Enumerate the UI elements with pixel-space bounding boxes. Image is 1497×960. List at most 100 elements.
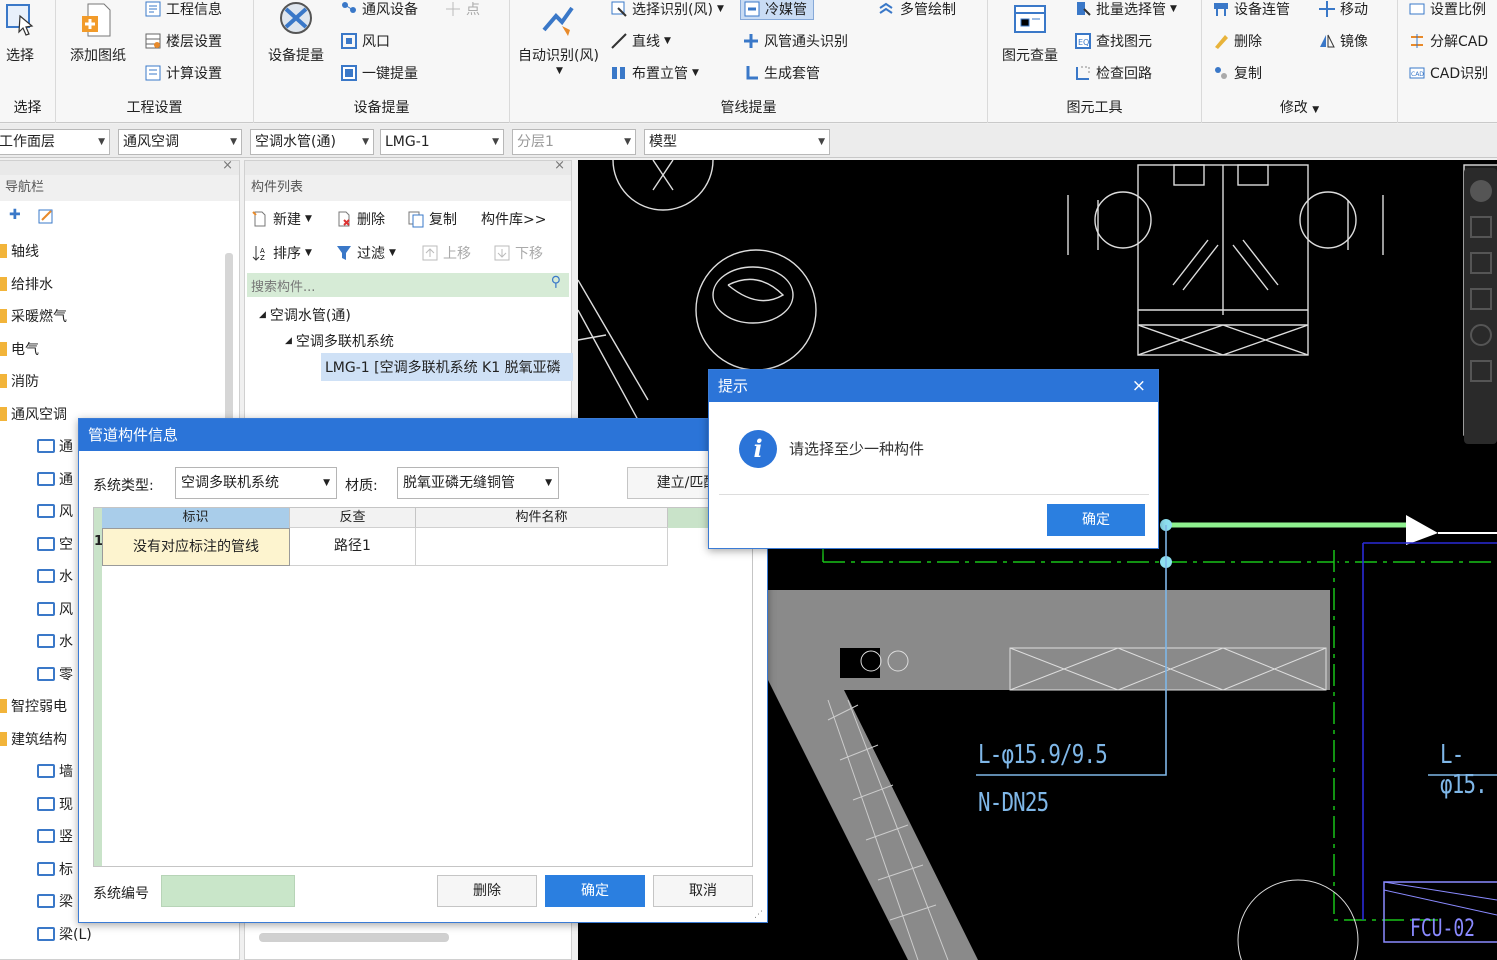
find-element-button[interactable]: EQ 查找图元 <box>1074 30 1152 52</box>
point-button[interactable]: 点 <box>444 0 480 20</box>
nav-item[interactable]: 消防 <box>0 371 39 391</box>
hvac-device-button[interactable]: 通风设备 <box>340 0 418 20</box>
equipment-extract-button[interactable]: 设备提量 <box>268 45 324 65</box>
nav-subitem[interactable]: 水 <box>37 566 73 586</box>
device-connect-button[interactable]: 设备连管 <box>1212 0 1290 20</box>
select-button[interactable]: 选择 <box>6 45 34 65</box>
work-layer-combo[interactable]: 工作面层 ▼ <box>0 129 110 155</box>
filter-button[interactable]: 过滤 ▼ <box>335 242 396 264</box>
nav-item[interactable]: 轴线 <box>0 241 39 261</box>
select-recognize-button[interactable]: 选择识别(风) ▼ <box>610 0 724 20</box>
rotate-icon[interactable] <box>1470 324 1492 346</box>
close-icon[interactable]: × <box>554 158 565 173</box>
col-header-id[interactable]: 标识 <box>102 508 290 528</box>
nav-item[interactable]: 电气 <box>0 339 39 359</box>
pipe-delete-button[interactable]: 删除 <box>437 875 537 907</box>
move-button[interactable]: 移动 <box>1318 0 1368 20</box>
col-header-check[interactable]: 反查 <box>290 508 416 528</box>
pipe-cancel-button[interactable]: 取消 <box>653 875 753 907</box>
system-type-select[interactable]: 空调多联机系统 ▼ <box>175 467 337 499</box>
row-id-cell[interactable]: 没有对应标注的管线 <box>102 528 290 566</box>
mirror-button[interactable]: 镜像 <box>1318 30 1368 52</box>
nav-add-icon[interactable]: ✚ <box>9 207 21 223</box>
component-library-button[interactable]: 构件库>> <box>481 208 546 230</box>
close-icon[interactable]: × <box>222 158 233 173</box>
cad-recognize-button[interactable]: CAD CAD识别 <box>1408 62 1488 84</box>
view-side-icon[interactable] <box>1470 288 1492 310</box>
move-down-button[interactable]: 下移 <box>493 242 543 264</box>
refrigerant-pipe-button[interactable]: 冷媒管 <box>740 0 814 20</box>
floor-settings-button[interactable]: 楼层设置 <box>144 30 222 52</box>
nav-scrollbar[interactable] <box>225 253 233 433</box>
component-search-box[interactable]: 搜索构件... ⚲ <box>247 273 569 297</box>
comp-hscrollbar[interactable] <box>259 933 449 942</box>
delete-component-button[interactable]: 删除 <box>335 208 385 230</box>
system-number-input[interactable] <box>161 875 295 907</box>
pipe-ok-button[interactable]: 确定 <box>545 875 645 907</box>
nav-subitem[interactable]: 水 <box>37 631 73 651</box>
auto-recognize-button[interactable]: 自动识别(风) <box>518 45 599 65</box>
sublayer-combo[interactable]: 分层1 ▼ <box>512 129 636 155</box>
view-mode-combo[interactable]: 模型 ▼ <box>644 129 830 155</box>
col-header-name[interactable]: 构件名称 <box>416 508 668 528</box>
nav-subitem[interactable]: 风 <box>37 599 73 619</box>
nav-subitem[interactable]: 通 <box>37 469 73 489</box>
material-select[interactable]: 脱氧亚磷无缝铜管 ▼ <box>397 467 559 499</box>
nav-subitem[interactable]: 风 <box>37 501 73 521</box>
nav-item[interactable]: 采暖燃气 <box>0 306 67 326</box>
component-combo[interactable]: LMG-1 ▼ <box>380 129 504 155</box>
nav-subitem[interactable]: 梁(L) <box>37 924 92 944</box>
oneclick-extract-button[interactable]: 一键提量 <box>340 62 418 84</box>
move-up-button[interactable]: 上移 <box>421 242 471 264</box>
component-type-combo[interactable]: 空调水管(通) ▼ <box>250 129 374 155</box>
generate-sleeve-button[interactable]: 生成套管 <box>742 62 820 84</box>
view-grid-icon[interactable] <box>1470 360 1492 382</box>
project-info-button[interactable]: 工程信息 <box>144 0 222 20</box>
close-icon[interactable]: × <box>1132 370 1146 402</box>
line-button[interactable]: 直线 ▼ <box>610 30 671 52</box>
tree-node-vrf-system[interactable]: ◢ 空调多联机系统 <box>285 331 394 351</box>
nav-item[interactable]: 给排水 <box>0 274 53 294</box>
row-name-cell[interactable] <box>416 528 668 566</box>
auto-recognize-dropdown-icon[interactable]: ▼ <box>556 66 563 76</box>
group-modify-label[interactable]: 修改 ▼ <box>1202 97 1397 117</box>
calc-settings-button[interactable]: 计算设置 <box>144 62 222 84</box>
multi-pipe-button[interactable]: 多管绘制 <box>878 0 956 20</box>
tree-node-ac-water[interactable]: ◢ 空调水管(通) <box>259 305 351 325</box>
batch-select-pipe-button[interactable]: 批量选择管 ▼ <box>1074 0 1177 20</box>
copy-component-button[interactable]: 复制 <box>407 208 457 230</box>
nav-subitem[interactable]: 零 <box>37 664 73 684</box>
sort-button[interactable]: A Z 排序 ▼ <box>251 242 312 264</box>
duct-head-recognize-button[interactable]: 风管通头识别 <box>742 30 848 52</box>
new-component-button[interactable]: 新建 ▼ <box>251 208 312 230</box>
nav-subitem[interactable]: 空 <box>37 534 73 554</box>
nav-subitem[interactable]: 竖 <box>37 826 73 846</box>
nav-item[interactable]: 智控弱电 <box>0 696 67 716</box>
place-riser-button[interactable]: 布置立管 ▼ <box>610 62 699 84</box>
vent-button[interactable]: 风口 <box>340 30 390 52</box>
delete-button[interactable]: 删除 <box>1212 30 1262 52</box>
nav-subitem[interactable]: 墙 <box>37 761 73 781</box>
search-icon[interactable]: ⚲ <box>551 274 561 290</box>
orbit-icon[interactable] <box>1470 180 1492 202</box>
element-check-button[interactable]: 图元查量 <box>1002 45 1058 65</box>
tree-node-lmg1[interactable]: LMG-1 [空调多联机系统 K1 脱氧亚磷 <box>321 353 573 381</box>
nav-subitem[interactable]: 梁 <box>37 891 73 911</box>
nav-edit-icon[interactable] <box>37 208 55 226</box>
nav-item[interactable]: 通风空调 <box>0 404 67 424</box>
nav-subitem[interactable]: 标 <box>37 859 73 879</box>
check-loop-button[interactable]: 检查回路 <box>1074 62 1152 84</box>
resize-grip-icon[interactable]: ⋰ <box>754 910 763 920</box>
nav-subitem[interactable]: 通 <box>37 436 73 456</box>
view-3d-icon[interactable] <box>1470 216 1492 238</box>
add-drawing-button[interactable]: 添加图纸 <box>70 45 126 65</box>
nav-item[interactable]: 建筑结构 <box>0 729 67 749</box>
copy-button[interactable]: 复制 <box>1212 62 1262 84</box>
explode-cad-button[interactable]: 分解CAD <box>1408 30 1488 52</box>
discipline-combo[interactable]: 通风空调 ▼ <box>118 129 242 155</box>
set-scale-button[interactable]: 设置比例 <box>1408 0 1486 20</box>
tip-ok-button[interactable]: 确定 <box>1047 504 1145 536</box>
view-top-icon[interactable] <box>1470 252 1492 274</box>
nav-subitem[interactable]: 现 <box>37 794 73 814</box>
row-check-cell[interactable]: 路径1 <box>290 528 416 566</box>
